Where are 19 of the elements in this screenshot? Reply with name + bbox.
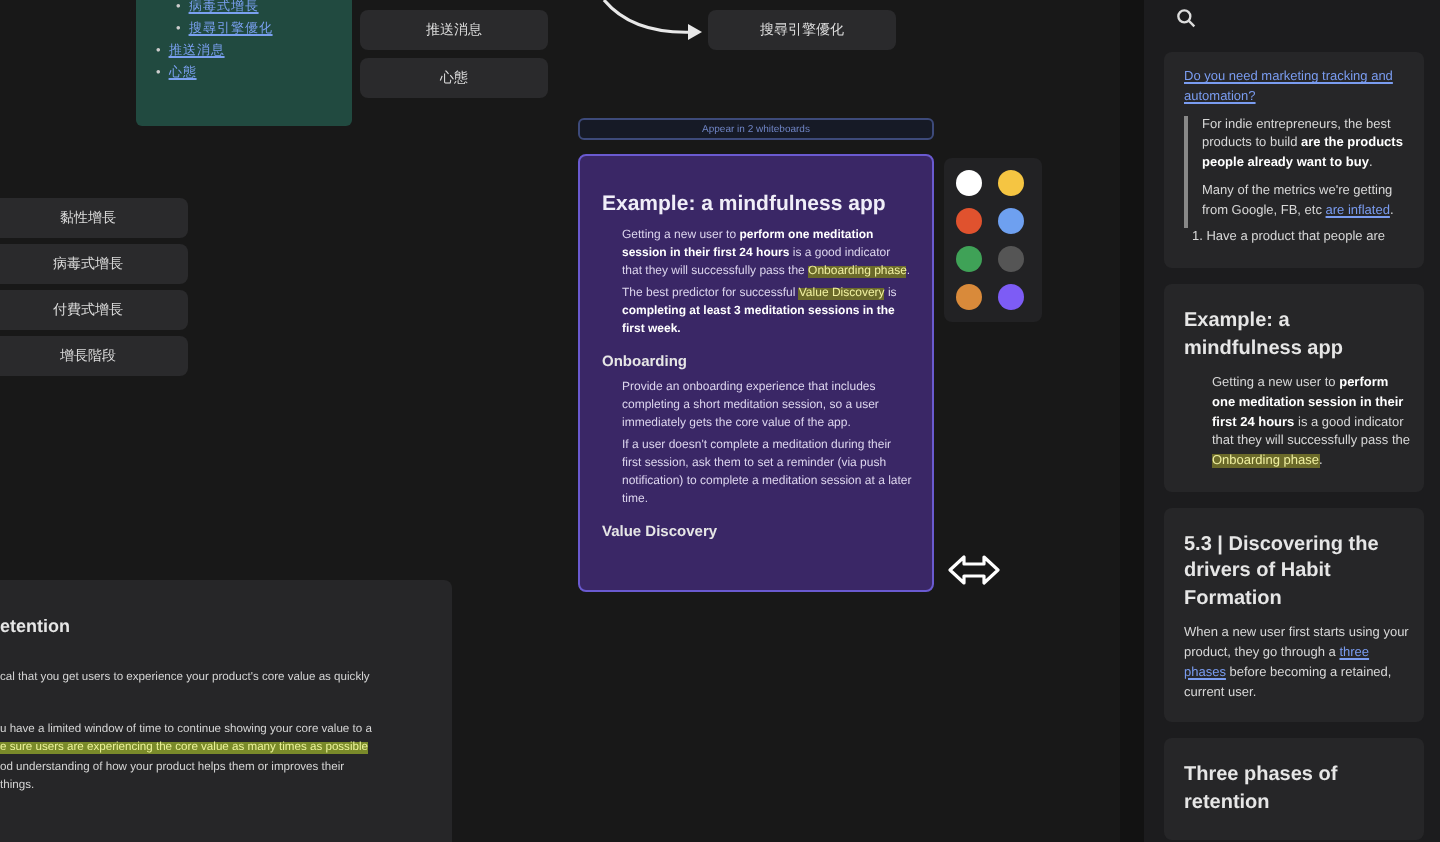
card-title: 5.3 | Discovering the drivers of Habit Formation <box>1184 531 1381 613</box>
note-card[interactable] <box>0 580 452 842</box>
color-swatch[interactable] <box>998 170 1024 196</box>
color-swatch[interactable] <box>956 284 982 310</box>
note-card[interactable] <box>578 154 934 592</box>
color-swatch[interactable] <box>998 246 1024 272</box>
card-title: Example: a mindfulness app <box>1184 308 1345 362</box>
note-card[interactable]: Three phases of retention <box>1164 738 1424 841</box>
color-swatch[interactable] <box>956 170 982 196</box>
color-swatch[interactable] <box>998 284 1024 310</box>
card-title: Example: a mindfulness app <box>602 192 888 216</box>
color-swatch[interactable] <box>956 246 982 272</box>
color-swatch[interactable] <box>956 208 982 234</box>
resize-arrows-icon[interactable] <box>948 554 1000 586</box>
color-swatch[interactable] <box>998 208 1024 234</box>
card-title: Three phases of retention <box>1184 762 1340 817</box>
note-card[interactable] <box>1164 52 1424 268</box>
search-icon <box>1176 8 1196 28</box>
card-title: etention <box>0 616 72 636</box>
